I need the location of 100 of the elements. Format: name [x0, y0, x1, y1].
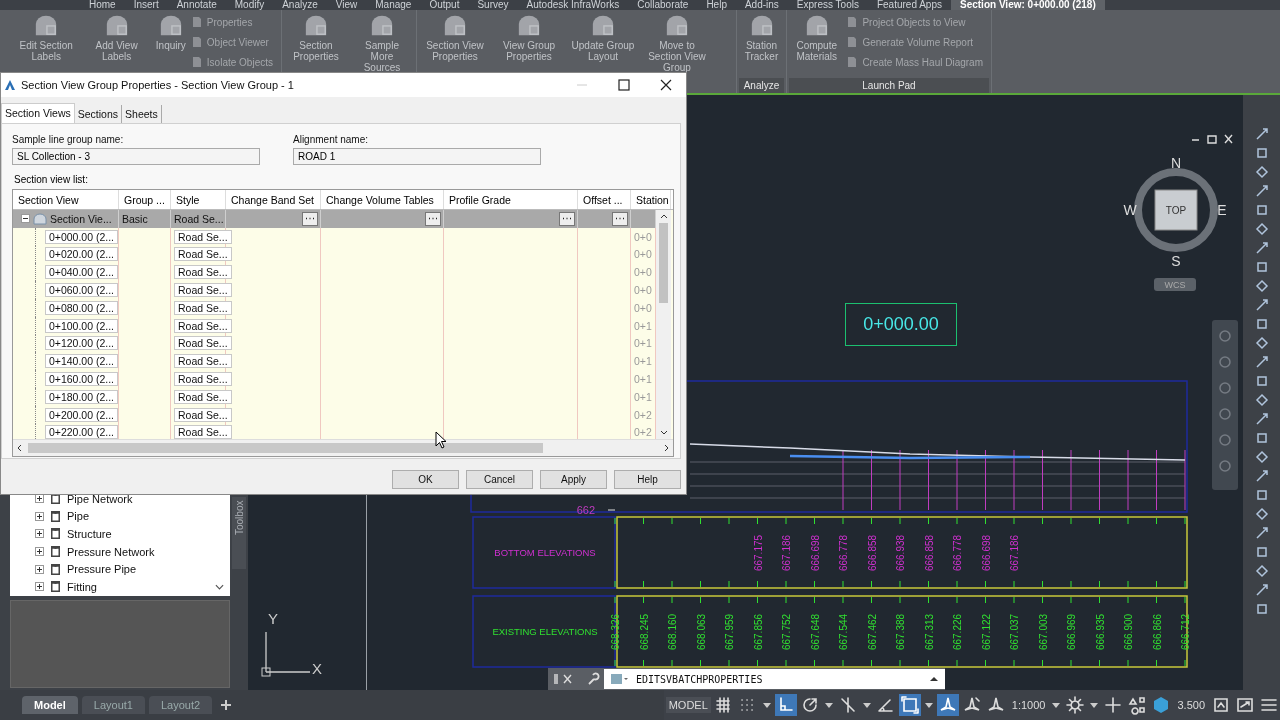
osnap-icon[interactable]	[898, 694, 921, 716]
tool-icon[interactable]	[1254, 279, 1269, 293]
column-header[interactable]: Group ...	[119, 190, 171, 209]
dialog-tab[interactable]: Section Views	[1, 103, 75, 123]
column-header[interactable]: Change Volume Tables	[321, 190, 444, 209]
grid-row[interactable]: 0+200.00 (2... Road Se... 0+2	[13, 405, 656, 424]
text-field[interactable]: SL Collection - 3	[12, 148, 260, 165]
ribbon-tab[interactable]: Autodesk InfraWorks	[517, 0, 629, 10]
scroll-left-icon[interactable]	[17, 444, 22, 452]
tool-icon[interactable]	[1254, 583, 1269, 597]
tree-item[interactable]: Pipe	[67, 510, 90, 523]
scroll-up-icon[interactable]	[659, 214, 668, 219]
viewport-controls-icon[interactable]	[1190, 133, 1234, 145]
caret-icon[interactable]	[1052, 702, 1061, 708]
tool-icon[interactable]	[1254, 336, 1269, 350]
column-header[interactable]: Profile Grade	[444, 190, 578, 209]
ribbon-tab[interactable]: Manage	[366, 0, 421, 10]
tool-icon[interactable]	[1254, 545, 1269, 559]
dialog-button[interactable]: Apply	[540, 470, 607, 489]
gear-icon[interactable]	[1064, 694, 1087, 716]
tool-icon[interactable]	[1254, 507, 1269, 521]
grid-row[interactable]: Section Vie... Basic Road Se...	[13, 210, 656, 228]
annotation-icon[interactable]	[936, 694, 959, 716]
ribbon-tab[interactable]: Section View: 0+000.00 (218)	[951, 0, 1105, 10]
layout-tab[interactable]: Layout1	[81, 696, 145, 714]
grid-row[interactable]: 0+100.00 (2... Road Se... 0+1	[13, 316, 656, 335]
tool-icon[interactable]	[1254, 488, 1269, 502]
more-button[interactable]	[425, 211, 441, 226]
tree-item[interactable]: Pipe Network	[67, 492, 133, 505]
scroll-right-icon[interactable]	[664, 444, 669, 452]
ribbon-tab[interactable]: Collaborate	[628, 0, 698, 10]
grid-row[interactable]: 0+080.00 (2... Road Se... 0+0	[13, 299, 656, 317]
tool-icon[interactable]	[1254, 184, 1269, 198]
collapse-icon[interactable]	[21, 214, 30, 224]
grid-row[interactable]: 0+180.00 (2... Road Se... 0+1	[13, 387, 656, 406]
tool-icon[interactable]	[1254, 298, 1269, 312]
ribbon-tab[interactable]: Annotate	[167, 0, 226, 10]
caret-icon[interactable]	[762, 702, 771, 708]
elevation-value[interactable]: 3.500	[1174, 699, 1208, 711]
ribbon-tab[interactable]: Insert	[124, 0, 168, 10]
tool-icon[interactable]	[1254, 526, 1269, 540]
vertical-scrollbar[interactable]	[656, 210, 671, 439]
ribbon-tab[interactable]: Express Tools	[787, 0, 868, 10]
grid-row[interactable]: 0+020.00 (2... Road Se... 0+0	[13, 245, 656, 264]
ribbon-tab[interactable]: Modify	[225, 0, 274, 10]
compass-direction[interactable]: N	[1170, 155, 1182, 171]
scrollbar-thumb[interactable]	[659, 223, 668, 303]
tree-item[interactable]: Fitting	[67, 580, 97, 593]
grid-row[interactable]: 0+120.00 (2... Road Se... 0+1	[13, 334, 656, 353]
compass-direction[interactable]: E	[1217, 202, 1227, 218]
more-button[interactable]	[612, 211, 628, 226]
horizontal-scrollbar[interactable]	[13, 439, 673, 456]
tool-icon[interactable]	[1254, 431, 1269, 445]
more-button[interactable]	[302, 211, 318, 226]
caret-icon[interactable]	[924, 702, 933, 708]
dialog-button[interactable]: Help	[614, 470, 681, 489]
layout-tab[interactable]: Layout2	[148, 696, 213, 714]
wrench-icon[interactable]	[586, 672, 600, 686]
ribbon-tab[interactable]: View	[326, 0, 367, 10]
ribbon-tab[interactable]: Survey	[468, 0, 518, 10]
ribbon-tab[interactable]: Home	[80, 0, 125, 10]
scroll-down-icon[interactable]	[659, 430, 668, 435]
model-space-button[interactable]: MODEL	[665, 697, 711, 713]
caret-icon[interactable]	[824, 702, 833, 708]
compass-direction[interactable]: S	[1171, 253, 1181, 269]
ribbon-tab[interactable]: Help	[697, 0, 736, 10]
tree-item[interactable]: Pressure Pipe	[67, 563, 137, 576]
column-header[interactable]: Station	[631, 190, 671, 209]
tool-icon[interactable]	[1254, 374, 1269, 388]
caret-icon[interactable]	[1090, 702, 1099, 708]
grid-row[interactable]: 0+000.00 (2... Road Se... 0+0	[13, 227, 656, 246]
tool-icon[interactable]	[1254, 412, 1269, 426]
ribbon-tab[interactable]: Add-ins	[735, 0, 788, 10]
tool-icon[interactable]	[1254, 222, 1269, 236]
expand-icon[interactable]	[35, 564, 44, 574]
tool-icon[interactable]	[1254, 450, 1269, 464]
grid-row[interactable]: 0+140.00 (2... Road Se... 0+1	[13, 352, 656, 371]
tool-icon[interactable]	[1254, 602, 1269, 616]
dialog-button[interactable]: Cancel	[466, 470, 533, 489]
tool-icon[interactable]	[1254, 203, 1269, 217]
tool-icon[interactable]	[1254, 146, 1269, 160]
tool-icon[interactable]	[1254, 469, 1269, 483]
tool-icon[interactable]	[1254, 564, 1269, 578]
column-header[interactable]: Change Band Set	[226, 190, 321, 209]
caret-icon[interactable]	[862, 702, 871, 708]
toolbox-tab[interactable]: Toolbox	[232, 497, 246, 569]
ribbon-tab[interactable]: Featured Apps	[867, 0, 951, 10]
scroll-down-icon[interactable]	[215, 584, 224, 590]
tool-icon[interactable]	[1254, 393, 1269, 407]
ortho-icon[interactable]	[774, 694, 797, 716]
text-field[interactable]: ROAD 1	[293, 148, 541, 165]
maximize-icon[interactable]	[618, 79, 630, 91]
column-header[interactable]: Offset ...	[578, 190, 631, 209]
close-icon[interactable]	[660, 79, 672, 91]
add-layout-icon[interactable]	[220, 699, 233, 711]
layout-tab[interactable]: Model	[22, 696, 78, 714]
scrollbar-thumb[interactable]	[28, 443, 543, 453]
expand-icon[interactable]	[35, 529, 44, 539]
grid-row[interactable]: 0+160.00 (2... Road Se... 0+1	[13, 370, 656, 388]
command-input-field[interactable]: EDITSVBATCHPROPERTIES	[604, 669, 945, 689]
